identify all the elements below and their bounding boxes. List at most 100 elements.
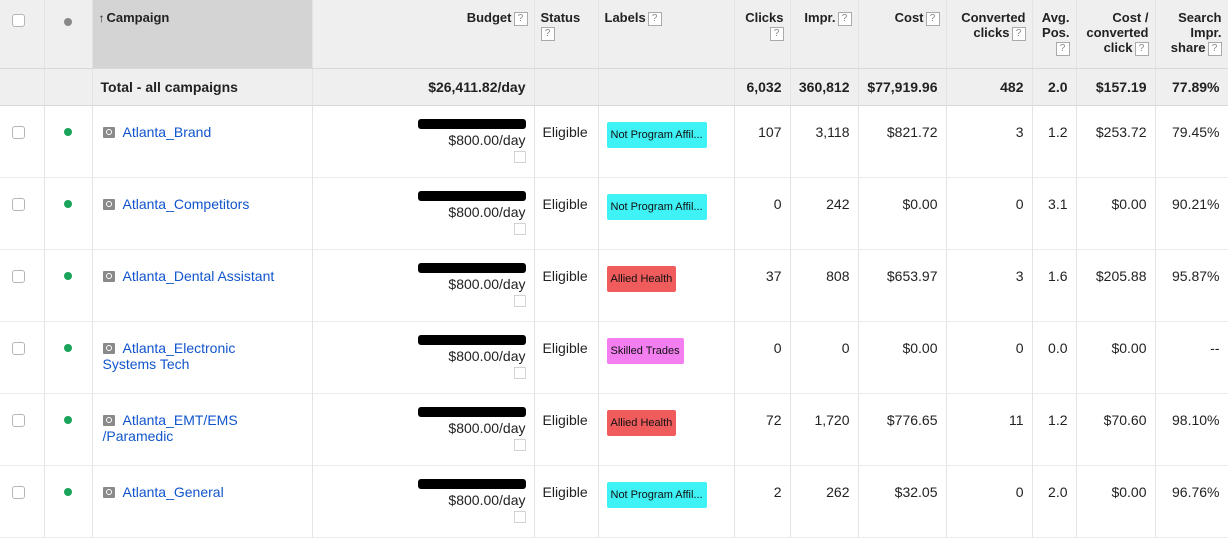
- help-icon[interactable]: ?: [513, 11, 528, 26]
- search-impr-share-header[interactable]: Search Impr. share?: [1155, 0, 1228, 69]
- table-row: Atlanta_Brand $800.00/day Eligible Not P…: [0, 105, 1228, 178]
- budget-header[interactable]: Budget?: [312, 0, 535, 69]
- budget-cell: $800.00/day: [312, 465, 535, 538]
- converted-cell: 11: [946, 393, 1033, 466]
- help-icon[interactable]: ?: [1055, 41, 1070, 56]
- row-checkbox[interactable]: [12, 486, 25, 499]
- campaigns-table: ↑ Campaign Budget? Status? Labels? Clicks…: [0, 0, 1228, 538]
- row-checkbox[interactable]: [12, 342, 25, 355]
- row-select-cell: [0, 105, 45, 178]
- total-labels: [598, 68, 735, 106]
- labels-cell: Not Program Affil...: [598, 465, 735, 538]
- edit-icon[interactable]: [513, 439, 526, 451]
- row-checkbox[interactable]: [12, 126, 25, 139]
- clicks-header[interactable]: Clicks?: [734, 0, 791, 69]
- campaign-label-badge[interactable]: Not Program Affil...: [606, 482, 707, 508]
- avg-pos-cell: 2.0: [1032, 465, 1077, 538]
- edit-icon[interactable]: [513, 367, 526, 379]
- clicks-header-label: Clicks: [745, 10, 784, 25]
- help-icon[interactable]: ?: [1134, 41, 1149, 56]
- help-icon[interactable]: ?: [647, 11, 662, 26]
- impr-cell: 808: [790, 249, 859, 322]
- sis-header-line2: Impr.: [1190, 25, 1222, 40]
- select-all-checkbox[interactable]: [12, 14, 25, 27]
- enabled-status-dot[interactable]: [63, 416, 72, 424]
- labels-header[interactable]: Labels?: [598, 0, 735, 69]
- clicks-cell: 37: [734, 249, 791, 322]
- campaign-link[interactable]: Atlanta_Brand: [123, 124, 212, 140]
- enabled-status-dot[interactable]: [63, 272, 72, 280]
- labels-cell: Allied Health: [598, 249, 735, 322]
- enabled-status-dot[interactable]: [63, 488, 72, 496]
- avg-pos-cell: 1.2: [1032, 393, 1077, 466]
- campaign-label-badge[interactable]: Allied Health: [606, 266, 677, 292]
- campaign-label-badge[interactable]: Not Program Affil...: [606, 194, 707, 220]
- avg-pos-header-line2: Pos.: [1042, 25, 1070, 40]
- campaign-link[interactable]: Atlanta_General: [123, 484, 224, 500]
- status-dot-header[interactable]: [44, 0, 93, 69]
- campaign-label-badge[interactable]: Allied Health: [606, 410, 677, 436]
- enabled-status-dot[interactable]: [63, 200, 72, 208]
- status-cell: Eligible: [534, 393, 599, 466]
- status-cell: Eligible: [534, 465, 599, 538]
- converted-clicks-header[interactable]: Converted clicks?: [946, 0, 1033, 69]
- help-icon[interactable]: ?: [925, 11, 940, 26]
- impr-header[interactable]: Impr.?: [790, 0, 859, 69]
- total-blank-2: [44, 68, 93, 106]
- converted-header-line1: Converted: [961, 10, 1026, 25]
- converted-cell: 0: [946, 177, 1033, 250]
- cost-cell: $776.65: [858, 393, 947, 466]
- edit-icon[interactable]: [513, 151, 526, 163]
- cpc-header-line3: click: [1103, 40, 1133, 55]
- cost-header[interactable]: Cost?: [858, 0, 947, 69]
- avg-pos-header[interactable]: Avg. Pos.?: [1032, 0, 1077, 69]
- campaign-cell: Atlanta_General: [92, 465, 313, 538]
- redacted-budget-name: [417, 191, 526, 201]
- campaign-link[interactable]: Atlanta_EMT/EMS/Paramedic: [103, 412, 238, 444]
- campaign-name-line1: Atlanta_Electronic: [122, 340, 236, 356]
- edit-icon[interactable]: [513, 223, 526, 235]
- labels-cell: Allied Health: [598, 393, 735, 466]
- status-header[interactable]: Status?: [534, 0, 599, 69]
- labels-cell: Not Program Affil...: [598, 177, 735, 250]
- row-status-cell: [44, 321, 93, 394]
- campaign-label-badge[interactable]: Not Program Affil...: [606, 122, 707, 148]
- campaign-cell: Atlanta_EMT/EMS/Paramedic: [92, 393, 313, 466]
- campaign-header-label: Campaign: [106, 10, 170, 25]
- campaign-cell: Atlanta_Brand: [92, 105, 313, 178]
- clicks-cell: 2: [734, 465, 791, 538]
- edit-icon[interactable]: [513, 295, 526, 307]
- sis-cell: 79.45%: [1155, 105, 1228, 178]
- campaign-link[interactable]: Atlanta_Competitors: [123, 196, 250, 212]
- enabled-status-dot[interactable]: [63, 344, 72, 352]
- help-icon[interactable]: ?: [769, 26, 784, 41]
- help-icon[interactable]: ?: [1207, 41, 1222, 56]
- total-cost-conv: $157.19: [1076, 68, 1156, 106]
- help-icon[interactable]: ?: [837, 11, 852, 26]
- converted-cell: 3: [946, 249, 1033, 322]
- edit-icon[interactable]: [513, 511, 526, 523]
- enabled-status-dot[interactable]: [63, 128, 72, 136]
- help-icon[interactable]: ?: [1011, 26, 1026, 41]
- campaign-label-badge[interactable]: Skilled Trades: [606, 338, 684, 364]
- row-checkbox[interactable]: [12, 198, 25, 211]
- row-checkbox[interactable]: [12, 270, 25, 283]
- campaign-cell: Atlanta_Competitors: [92, 177, 313, 250]
- row-status-cell: [44, 105, 93, 178]
- campaign-header[interactable]: ↑ Campaign: [92, 0, 313, 69]
- row-checkbox[interactable]: [12, 414, 25, 427]
- campaign-link[interactable]: Atlanta_Dental Assistant: [123, 268, 275, 284]
- status-dot-icon: [63, 18, 72, 26]
- cost-conv-cell: $205.88: [1076, 249, 1156, 322]
- converted-header-line2: clicks: [973, 25, 1010, 40]
- help-icon[interactable]: ?: [540, 26, 555, 41]
- total-clicks: 6,032: [734, 68, 791, 106]
- redacted-budget-name: [417, 479, 526, 489]
- cost-per-conv-header[interactable]: Cost / converted click?: [1076, 0, 1156, 69]
- impr-cell: 242: [790, 177, 859, 250]
- sis-header-line1: Search: [1178, 10, 1222, 25]
- total-sis: 77.89%: [1155, 68, 1228, 106]
- campaign-link[interactable]: Atlanta_Electronic Systems Tech: [103, 340, 236, 372]
- budget-value: $800.00/day: [448, 348, 526, 364]
- cost-conv-cell: $0.00: [1076, 465, 1156, 538]
